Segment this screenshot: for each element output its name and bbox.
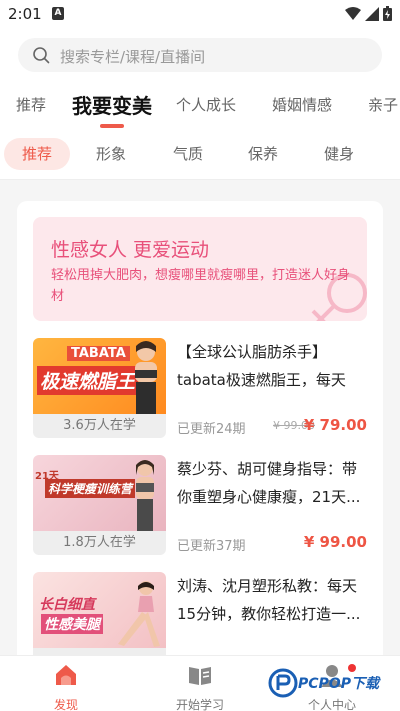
watermark-logo-icon: [268, 668, 298, 698]
cover-title: 性感美腿: [41, 614, 103, 634]
current-price: ¥ 99.00: [303, 533, 367, 551]
banner-subtitle: 轻松甩掉大肥肉，想瘦哪里就瘦哪里，打造迷人好身材: [51, 268, 351, 304]
course-cover-image: TABATA 极速燃脂王: [33, 338, 166, 414]
nav-start-learning[interactable]: 开始学习: [160, 662, 240, 711]
course-title: 【全球公认脂肪杀手】tabata极速燃脂王，每天4...: [177, 343, 346, 389]
course-thumbnail: TABATA 极速燃脂王 3.6万人在学: [33, 338, 166, 438]
watermark-text: PCPOP下载: [298, 676, 379, 692]
search-bar: 搜索专栏/课程/直播间: [0, 28, 400, 80]
subtab-recommend[interactable]: 推荐: [4, 138, 70, 170]
cover-title: 极速燃脂王: [37, 366, 139, 395]
search-input[interactable]: 搜索专栏/课程/直播间: [18, 38, 382, 72]
course-cover-image: 长白细直 性感美腿: [33, 572, 166, 648]
subtab-image[interactable]: 形象: [96, 138, 126, 170]
current-price: ¥ 79.00: [303, 416, 367, 434]
sub-tabs: 推荐 形象 气质 保养 健身: [0, 130, 400, 180]
cover-title: 科学梗瘦训练营: [45, 479, 136, 498]
battery-icon: [383, 6, 392, 21]
cover-tag: TABATA: [67, 346, 130, 361]
signal-icon: [365, 6, 379, 21]
learner-count: 1.8万人在学: [33, 531, 166, 555]
subtab-fitness[interactable]: 健身: [324, 138, 354, 170]
cover-person-image: [118, 581, 160, 647]
main-tabs: 推荐 我要变美 个人成长 婚姻情感 亲子: [0, 80, 400, 130]
cover-person-image: [135, 341, 157, 414]
watermark: PCPOP下载: [268, 664, 396, 704]
course-thumbnail: 21天 科学梗瘦训练营 1.8万人在学: [33, 455, 166, 555]
status-time: 2:01: [8, 5, 42, 23]
tab-growth[interactable]: 个人成长: [176, 94, 236, 115]
discover-icon: [56, 665, 76, 685]
nav-discover-label: 发现: [53, 698, 78, 711]
learner-count: 3.6万人在学: [33, 414, 166, 438]
book-icon: [189, 667, 211, 685]
search-placeholder: 搜索专栏/课程/直播间: [60, 48, 206, 66]
course-item[interactable]: 21天 科学梗瘦训练营 1.8万人在学 蔡少芬、胡可健身指导：带你重塑身心健康瘦…: [33, 455, 367, 555]
tab-beauty[interactable]: 我要变美: [72, 90, 152, 119]
cover-tag: 长白细直: [39, 597, 95, 613]
course-cover-image: 21天 科学梗瘦训练营: [33, 455, 166, 531]
active-tab-indicator: [100, 124, 124, 128]
status-bar: 2:01 A: [0, 0, 400, 28]
tab-parenting[interactable]: 亲子: [368, 94, 398, 115]
course-title: 蔡少芬、胡可健身指导：带你重塑身心健康瘦，21天...: [177, 460, 361, 506]
status-icons: [345, 6, 392, 21]
tab-recommend[interactable]: 推荐: [16, 94, 46, 115]
notification-icon: A: [52, 7, 64, 20]
update-count: 已更新24期: [177, 422, 246, 437]
subtab-care[interactable]: 保养: [248, 138, 278, 170]
course-title: 刘涛、沈月塑形私教：每天15分钟，教你轻松打造一...: [177, 577, 361, 623]
nav-start-learning-label: 开始学习: [175, 698, 224, 711]
cover-person-image: [136, 460, 154, 531]
search-icon: [33, 47, 50, 64]
category-banner[interactable]: 性感女人 更爱运动 轻松甩掉大肥肉，想瘦哪里就瘦哪里，打造迷人好身材: [33, 217, 367, 321]
content-card: 性感女人 更爱运动 轻松甩掉大肥肉，想瘦哪里就瘦哪里，打造迷人好身材 TABAT…: [17, 201, 383, 671]
banner-title: 性感女人 更爱运动: [51, 239, 210, 261]
course-item[interactable]: TABATA 极速燃脂王 3.6万人在学 【全球公认脂肪杀手】tabata极速燃…: [33, 338, 367, 438]
tab-marriage[interactable]: 婚姻情感: [272, 94, 332, 115]
wifi-icon: [345, 6, 361, 20]
update-count: 已更新37期: [177, 539, 246, 554]
nav-discover[interactable]: 发现: [26, 662, 106, 711]
subtab-temperament[interactable]: 气质: [173, 138, 203, 170]
